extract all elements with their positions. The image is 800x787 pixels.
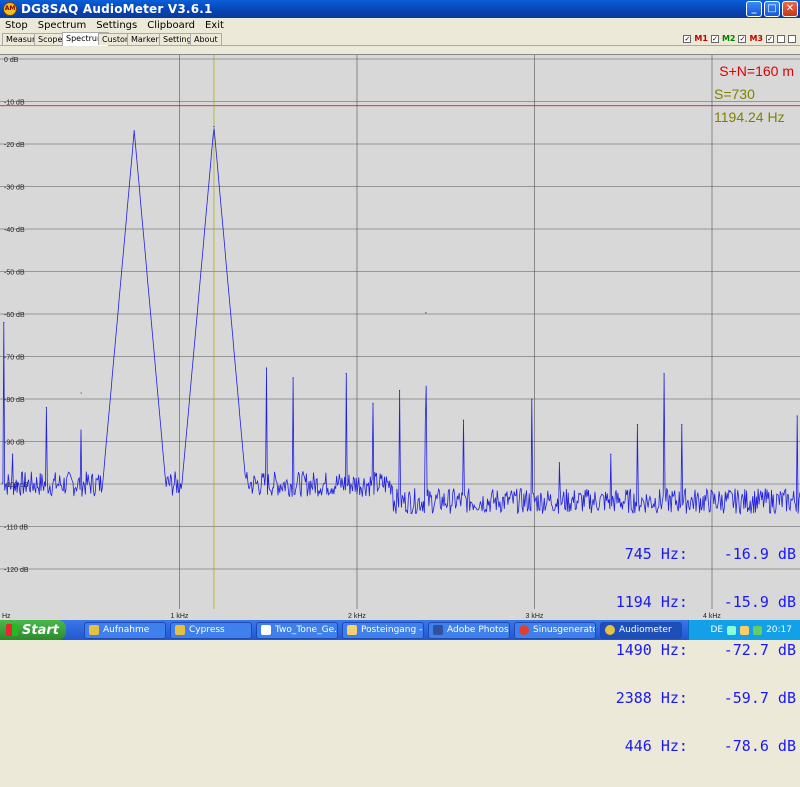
- menu-clipboard[interactable]: Clipboard: [142, 20, 200, 31]
- spectrum-peak: [213, 125, 215, 128]
- taskbar-item-posteingang[interactable]: Posteingang - ...: [342, 621, 424, 639]
- measurement-list: 745 Hz: -16.9 dB 1194 Hz: -15.9 dB 1490 …: [588, 514, 796, 786]
- y-tick-label: 0 dB: [4, 57, 19, 64]
- minimize-button[interactable]: _: [746, 1, 762, 17]
- measurement-freq: 2388 Hz:: [615, 689, 688, 707]
- x-tick-label: 2 kHz: [348, 613, 366, 620]
- app-icon: AM: [3, 2, 17, 16]
- start-button[interactable]: Start: [0, 620, 66, 640]
- measurement-row: 745 Hz: -16.9 dB: [588, 546, 796, 562]
- y-tick-label: -90 dB: [4, 440, 25, 447]
- x-tick-label: Hz: [2, 613, 11, 620]
- photoshop-icon: [433, 625, 443, 635]
- spectrum-peak: [425, 312, 427, 314]
- taskbar-item-photoshop[interactable]: Adobe Photos...: [428, 621, 510, 639]
- measurement-level: -59.7 dB: [723, 689, 796, 707]
- x-tick-label: 3 kHz: [526, 613, 544, 620]
- menu-spectrum[interactable]: Spectrum: [33, 20, 91, 31]
- folder-icon: [89, 625, 99, 635]
- measurement-freq: 446 Hz:: [624, 737, 688, 755]
- marker-3b-checkbox[interactable]: ✓: [766, 34, 774, 43]
- measurement-level: -16.9 dB: [723, 545, 796, 563]
- tab-bar: Measure Scope Spectrum Custom Markers Se…: [0, 32, 800, 46]
- close-button[interactable]: ✕: [782, 1, 798, 17]
- app-icon: [605, 625, 615, 635]
- y-tick-label: -120 dB: [4, 567, 29, 574]
- folder-icon: [175, 625, 185, 635]
- measurement-freq: 1194 Hz:: [615, 593, 688, 611]
- window-title: DG8SAQ AudioMeter V3.6.1: [21, 2, 213, 16]
- marker-1-label: M1: [694, 34, 708, 43]
- measurement-row: 1194 Hz: -15.9 dB: [588, 594, 796, 610]
- document-icon: [261, 625, 271, 635]
- taskbar-item-sinusgenerator[interactable]: Sinusgenerato...: [514, 621, 596, 639]
- menu-exit[interactable]: Exit: [200, 20, 229, 31]
- measurement-row: 2388 Hz: -59.7 dB: [588, 690, 796, 706]
- tab-about[interactable]: About: [190, 33, 222, 45]
- browser-icon: [519, 625, 529, 635]
- marker-1b-checkbox[interactable]: ✓: [710, 34, 719, 43]
- y-tick-label: -80 dB: [4, 397, 25, 404]
- maximize-button[interactable]: □: [764, 1, 780, 17]
- taskbar-item-cypress[interactable]: Cypress: [170, 621, 252, 639]
- spectrum-peak: [80, 392, 82, 394]
- sn-readout: S+N=160 m: [719, 63, 794, 79]
- taskbar: Start Aufnahme Cypress Two_Tone_Ge... Po…: [0, 620, 800, 640]
- x-tick-label: 1 kHz: [171, 613, 189, 620]
- marker-toggles: ✓ M1 ✓ M2 ✓ M3 ✓: [683, 32, 796, 45]
- signal-readout: S=730: [714, 86, 755, 102]
- taskbar-item-audiometer[interactable]: Audiometer: [600, 621, 682, 639]
- y-tick-label: -30 dB: [4, 185, 25, 192]
- y-tick-label: -20 dB: [4, 142, 25, 149]
- language-indicator[interactable]: DE: [710, 625, 723, 635]
- measurement-row: 446 Hz: -78.6 dB: [588, 738, 796, 754]
- windows-logo-icon: [6, 624, 18, 636]
- y-tick-label: -70 dB: [4, 355, 25, 362]
- measurement-level: -15.9 dB: [723, 593, 796, 611]
- title-bar: AM DG8SAQ AudioMeter V3.6.1 _ □ ✕: [0, 0, 800, 18]
- menu-settings[interactable]: Settings: [91, 20, 142, 31]
- measurement-row: 1490 Hz: -72.7 dB: [588, 642, 796, 658]
- marker-5-checkbox[interactable]: [788, 34, 796, 43]
- taskbar-item-aufnahme[interactable]: Aufnahme: [84, 621, 166, 639]
- measurement-freq: 1490 Hz:: [615, 641, 688, 659]
- y-tick-label: -50 dB: [4, 270, 25, 277]
- marker-2b-checkbox[interactable]: ✓: [738, 34, 747, 43]
- measurement-level: -72.7 dB: [723, 641, 796, 659]
- marker-3-label: M3: [749, 34, 763, 43]
- y-tick-label: -60 dB: [4, 312, 25, 319]
- volume-icon[interactable]: [740, 625, 750, 635]
- security-icon[interactable]: [753, 625, 763, 635]
- marker-1-checkbox[interactable]: ✓: [683, 34, 692, 43]
- marker-4-checkbox[interactable]: [777, 34, 785, 43]
- y-tick-label: -40 dB: [4, 227, 25, 234]
- network-icon[interactable]: [727, 625, 737, 635]
- menu-bar: Stop Spectrum Settings Clipboard Exit: [0, 18, 800, 32]
- clock: 20:17: [766, 625, 792, 635]
- frequency-readout: 1194.24 Hz: [714, 109, 785, 125]
- system-tray: DE 20:17: [688, 620, 800, 640]
- mail-icon: [347, 625, 357, 635]
- taskbar-item-two-tone[interactable]: Two_Tone_Ge...: [256, 621, 338, 639]
- spectrum-plot[interactable]: 0 dB -10 dB -20 dB -30 dB -40 dB -50 dB -60 dB…: [0, 54, 800, 754]
- measurement-level: -78.6 dB: [723, 737, 796, 755]
- y-tick-label: -110 dB: [4, 525, 28, 532]
- menu-stop[interactable]: Stop: [0, 20, 33, 31]
- measurement-freq: 745 Hz:: [624, 545, 688, 563]
- marker-2-label: M2: [721, 34, 736, 43]
